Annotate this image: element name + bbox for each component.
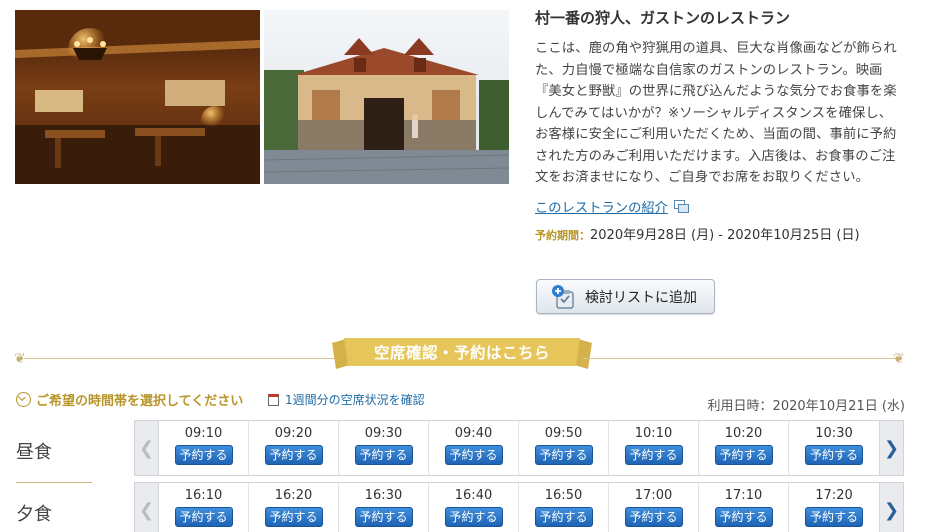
banner-title: 空席確認・予約はこちら — [373, 344, 550, 362]
time-slot: 10:30 予約する — [789, 421, 879, 475]
slot-time: 17:00 — [634, 488, 673, 503]
lunch-slots: 09:10 予約する 09:20 予約する 09:30 予約する 09:40 予約する 09:5… — [159, 421, 879, 475]
weekly-availability-label[interactable]: 1週間分の空席状況を確認 — [285, 391, 425, 408]
exterior-photo — [264, 10, 509, 184]
calendar-icon — [268, 393, 279, 406]
slot-time: 16:50 — [544, 488, 583, 503]
slot-time: 16:20 — [274, 488, 313, 503]
reserve-button[interactable]: 予約する — [444, 445, 503, 465]
restaurant-intro-link[interactable]: このレストランの紹介 — [535, 197, 689, 216]
time-slot: 16:20 予約する — [249, 483, 339, 532]
interior-photo — [15, 10, 260, 184]
time-slot: 09:40 予約する — [429, 421, 519, 475]
slot-time: 10:10 — [634, 426, 673, 441]
time-slot: 09:50 予約する — [519, 421, 609, 475]
time-slot: 10:10 予約する — [609, 421, 699, 475]
time-slot: 17:00 予約する — [609, 483, 699, 532]
slot-time: 09:10 — [184, 426, 223, 441]
add-to-list-button[interactable]: 検討リストに追加 — [536, 279, 715, 314]
reserve-button[interactable]: 予約する — [805, 445, 863, 465]
time-slot: 16:30 予約する — [339, 483, 429, 532]
time-selection-prompt: ご希望の時間帯を選択してください — [16, 390, 243, 409]
reserve-button[interactable]: 予約する — [354, 507, 413, 527]
slot-time: 10:20 — [724, 426, 763, 441]
slot-time: 17:20 — [815, 488, 853, 503]
external-window-icon — [673, 200, 689, 213]
slot-time: 09:30 — [364, 426, 403, 441]
restaurant-description: ここは、鹿の角や狩猟用の道具、巨大な肖像画などが飾られた、力自慢で極端な自信家の… — [535, 41, 897, 185]
slot-time: 16:30 — [364, 488, 403, 503]
slot-time: 16:10 — [184, 488, 223, 503]
slot-time: 16:40 — [454, 488, 493, 503]
time-slot: 17:20 予約する — [789, 483, 879, 532]
reserve-button[interactable]: 予約する — [444, 507, 503, 527]
reserve-button[interactable]: 予約する — [805, 507, 863, 527]
slot-time: 09:20 — [274, 426, 313, 441]
reserve-button[interactable]: 予約する — [624, 507, 683, 527]
clock-icon — [16, 392, 31, 407]
dinner-slots: 16:10 予約する 16:20 予約する 16:30 予約する 16:40 予約する 16:5… — [159, 483, 879, 532]
time-slot: 16:10 予約する — [159, 483, 249, 532]
chevron-right-icon[interactable]: ❯ — [879, 421, 903, 475]
slot-time: 09:40 — [454, 426, 493, 441]
intro-link-label[interactable]: このレストランの紹介 — [535, 197, 668, 216]
time-slot: 09:20 予約する — [249, 421, 339, 475]
chevron-left-icon: ❮ — [135, 483, 159, 532]
meal-divider — [16, 482, 92, 483]
reserve-button[interactable]: 予約する — [174, 507, 233, 527]
lunch-label: 昼食 — [16, 442, 52, 463]
chevron-left-icon: ❮ — [135, 421, 159, 475]
flourish-left: ❦ — [14, 351, 26, 367]
reserve-button[interactable]: 予約する — [264, 507, 323, 527]
time-slot: 16:50 予約する — [519, 483, 609, 532]
flourish-right: ❦ — [893, 351, 905, 367]
time-slot: 09:10 予約する — [159, 421, 249, 475]
time-slot: 09:30 予約する — [339, 421, 429, 475]
time-slot: 16:40 予約する — [429, 483, 519, 532]
reserve-button[interactable]: 予約する — [534, 507, 593, 527]
slot-time: 10:30 — [815, 426, 853, 441]
banner-divider-right — [582, 358, 897, 359]
banner-divider-left — [24, 358, 344, 359]
time-slot: 10:20 予約する — [699, 421, 789, 475]
reserve-button[interactable]: 予約する — [264, 445, 323, 465]
time-slot: 17:10 予約する — [699, 483, 789, 532]
reserve-button[interactable]: 予約する — [354, 445, 413, 465]
reserve-button[interactable]: 予約する — [624, 445, 683, 465]
reserve-button[interactable]: 予約する — [174, 445, 233, 465]
slot-time: 09:50 — [544, 426, 583, 441]
period-value: 2020年9月28日 (月) - 2020年10月25日 (日) — [590, 227, 860, 243]
reserve-button[interactable]: 予約する — [714, 507, 773, 527]
dinner-slot-row: ❮ 16:10 予約する 16:20 予約する 16:30 予約する 16:40 予約する 16… — [134, 482, 904, 532]
slot-time: 17:10 — [724, 488, 763, 503]
chevron-right-icon[interactable]: ❯ — [879, 483, 903, 532]
reserve-button[interactable]: 予約する — [714, 445, 773, 465]
dinner-label: 夕食 — [16, 504, 52, 525]
lunch-slot-row: ❮ 09:10 予約する 09:20 予約する 09:30 予約する 09:40 予約する 09… — [134, 420, 904, 476]
restaurant-info: 村一番の狩人、ガストンのレストラン ここは、鹿の角や狩猟用の道具、巨大な肖像画な… — [535, 8, 905, 245]
reservation-period: 予約期間：2020年9月28日 (月) - 2020年10月25日 (日) — [535, 227, 905, 245]
time-selection-label: ご希望の時間帯を選択してください — [36, 394, 244, 409]
restaurant-title: 村一番の狩人、ガストンのレストラン — [535, 9, 791, 27]
use-date: 利用日時：2020年10月21日 (水) — [707, 399, 905, 414]
period-label: 予約期間： — [535, 228, 590, 242]
checklist-add-icon — [552, 284, 574, 309]
reserve-button[interactable]: 予約する — [534, 445, 593, 465]
weekly-availability-link[interactable]: 1週間分の空席状況を確認 — [268, 391, 425, 408]
add-to-list-label: 検討リストに追加 — [585, 289, 697, 306]
